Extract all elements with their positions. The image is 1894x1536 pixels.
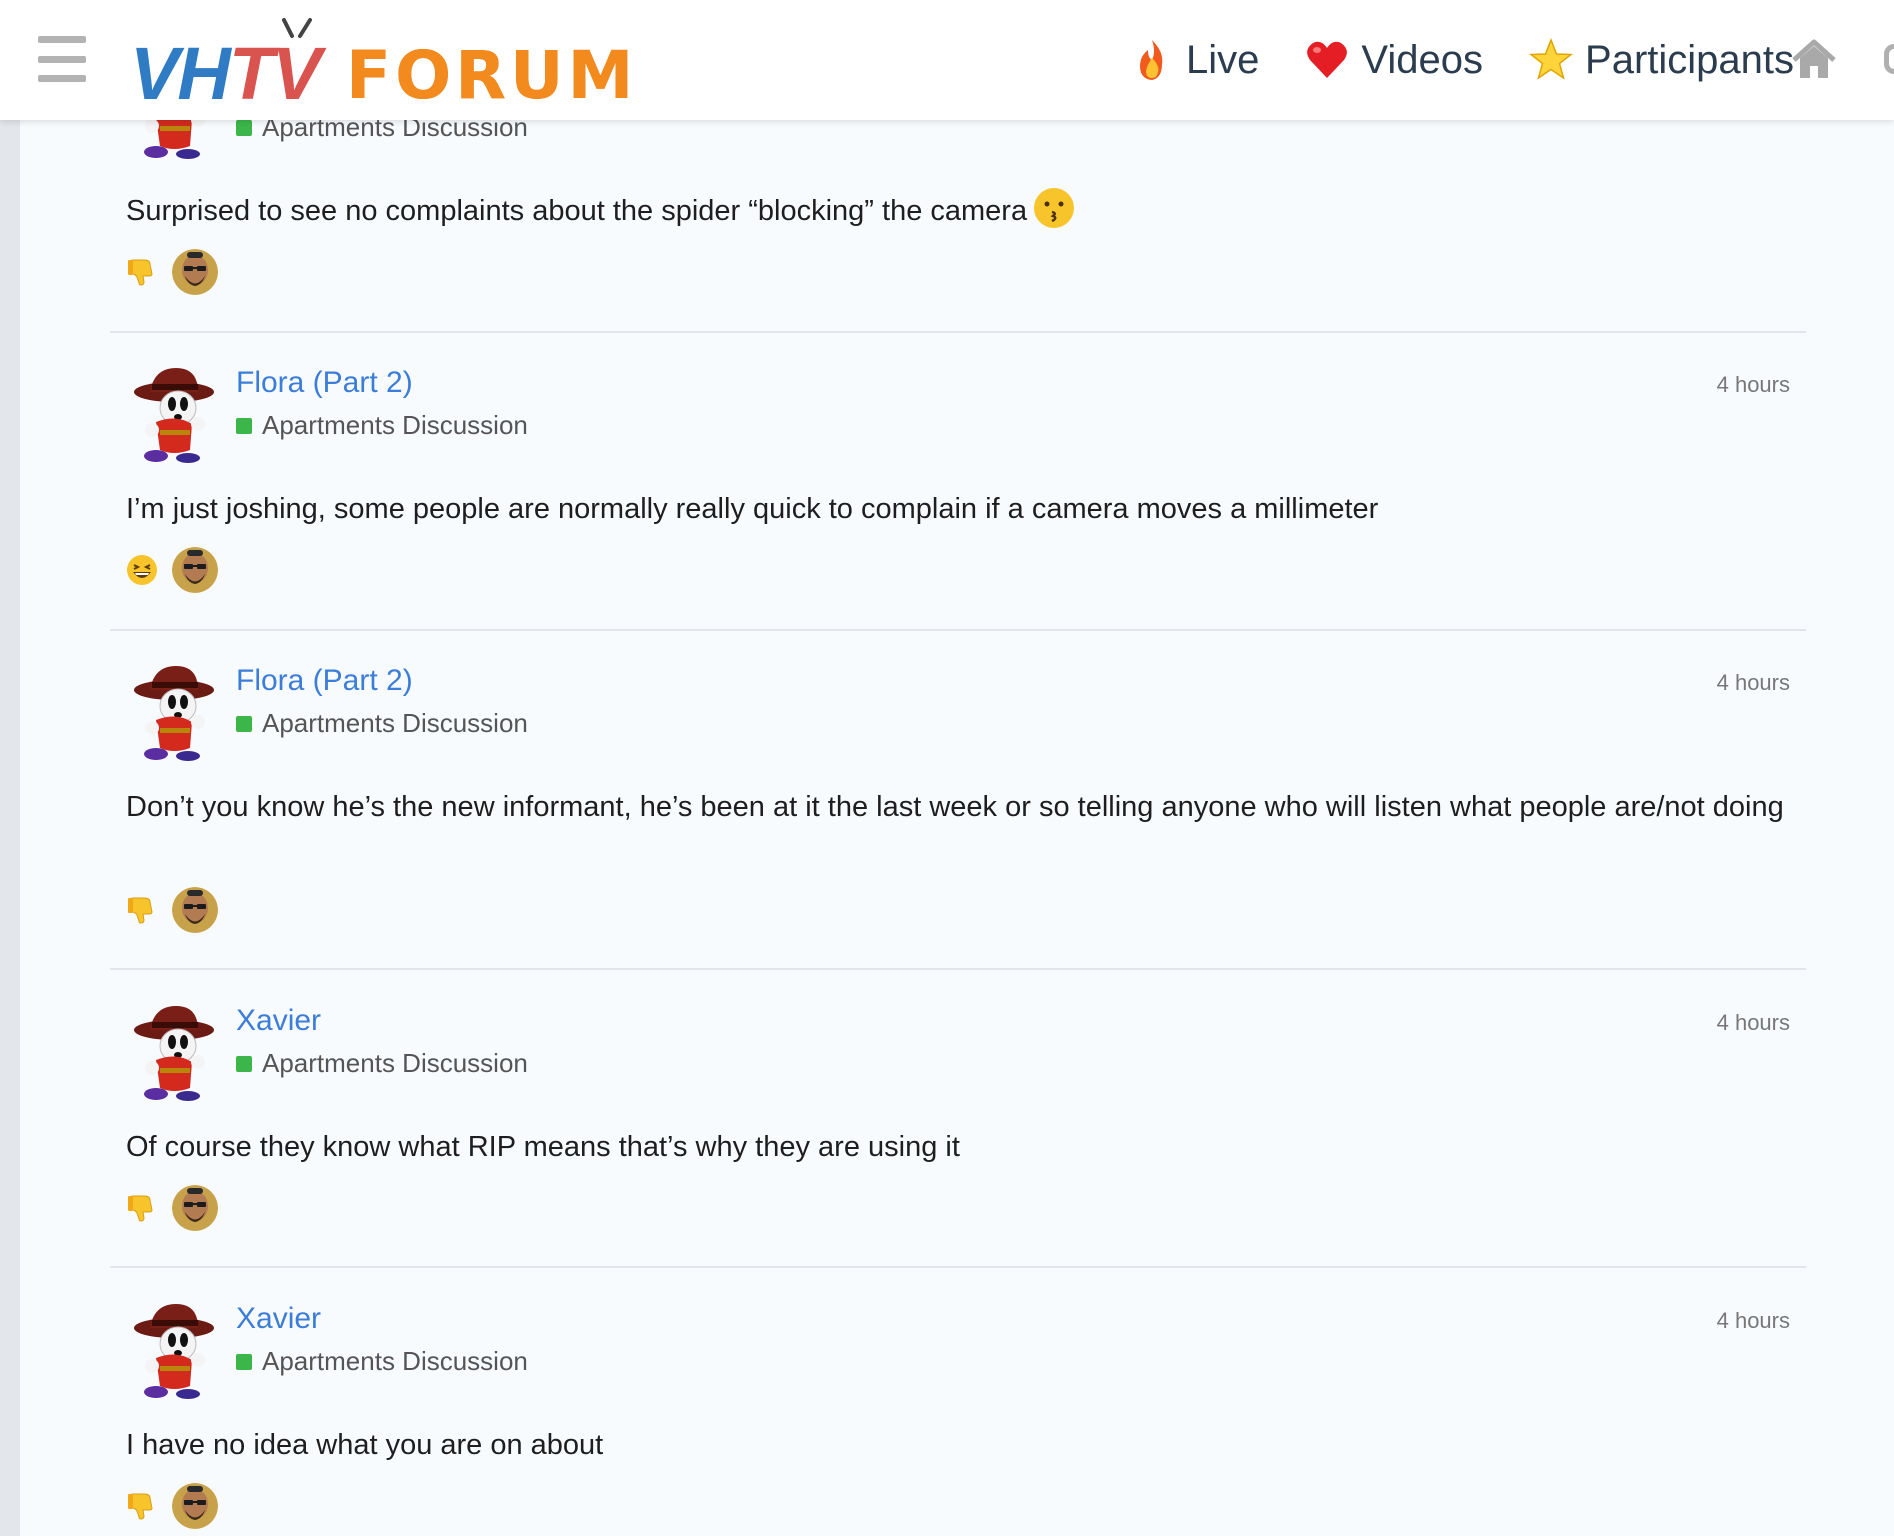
post-reactions [126,546,218,594]
post-item: Flora (Part 2) Apartments Discussion 4 h… [110,658,1806,968]
post-text: I have no idea what you are on about [126,1429,604,1461]
laughing-face-icon[interactable] [126,554,158,586]
post-category[interactable]: Apartments Discussion [236,410,528,441]
logo-vhtv: VHTV [130,32,322,115]
post-author[interactable]: Flora (Part 2) [236,664,413,698]
search-icon[interactable] [1884,44,1894,74]
post-text: Surprised to see no complaints about the… [126,190,1786,233]
thumbs-down-icon[interactable] [126,1192,158,1224]
post-timestamp[interactable]: 4 hours [1717,1308,1790,1334]
home-icon[interactable] [1790,38,1838,80]
hamburger-menu-icon[interactable] [38,36,86,82]
post-divider [110,968,1806,970]
post-reactions [126,1184,218,1232]
reactor-avatar[interactable] [172,887,218,933]
logo-vh-text: VH [130,32,231,115]
nav-participants[interactable]: Participants [1529,38,1794,83]
category-dot-icon [236,715,252,732]
post-category[interactable]: Apartments Discussion [236,1048,528,1079]
user-avatar[interactable] [126,662,226,762]
heart-icon [1307,41,1348,78]
post-item: Flora (Part 2) Apartments Discussion 4 h… [110,360,1806,630]
logo-forum-text: FORUM [346,37,638,114]
reactor-avatar[interactable] [172,1483,218,1529]
post-divider [110,331,1806,333]
category-dot-icon [236,417,252,434]
post-text-content: Surprised to see no complaints about the… [126,195,1028,227]
site-logo[interactable]: VHTV FORUM [130,16,633,114]
star-icon [1529,38,1574,80]
thumbs-down-icon[interactable] [126,894,158,926]
category-dot-icon [236,1353,252,1370]
nav-videos[interactable]: Videos [1305,38,1483,83]
thumbs-down-icon[interactable] [126,256,158,288]
post-timestamp[interactable]: 4 hours [1717,670,1790,696]
post-author[interactable]: Xavier [236,1302,321,1336]
post-category[interactable]: Apartments Discussion [236,708,528,739]
user-avatar[interactable] [126,1300,226,1400]
post-category-label: Apartments Discussion [262,410,528,440]
post-text: Don’t you know he’s the new informant, h… [126,791,1784,823]
post-category[interactable]: Apartments Discussion [236,1346,528,1377]
post-timestamp[interactable]: 4 hours [1717,372,1790,398]
top-header: VHTV FORUM Live Videos Participants [0,0,1894,120]
nav-participants-label: Participants [1585,37,1794,82]
left-gutter [0,0,20,1536]
thumbs-down-icon[interactable] [126,1490,158,1522]
nav-live-label: Live [1186,37,1260,82]
post-category-label: Apartments Discussion [262,1346,528,1376]
post-text: I’m just joshing, some people are normal… [126,493,1379,525]
post-item: Xavier Apartments Discussion 4 hours I h… [110,1296,1806,1536]
post-item: Xavier Apartments Discussion 4 hours Of … [110,998,1806,1268]
nav-live[interactable]: Live [1130,38,1259,83]
kissing-face-icon [1033,187,1075,229]
category-dot-icon [236,119,252,136]
post-author[interactable]: Xavier [236,1004,321,1038]
post-category-label: Apartments Discussion [262,1048,528,1078]
post-category-label: Apartments Discussion [262,708,528,738]
fire-icon [1140,40,1163,80]
reactor-avatar[interactable] [172,1185,218,1231]
post-text: Of course they know what RIP means that’… [126,1131,960,1163]
post-author[interactable]: Flora (Part 2) [236,366,413,400]
post-divider [110,629,1806,631]
post-reactions [126,1482,218,1530]
user-avatar[interactable] [126,364,226,464]
post-reactions [126,248,218,296]
post-divider [110,1266,1806,1268]
reactor-avatar[interactable] [172,249,218,295]
user-avatar[interactable] [126,1002,226,1102]
page: VHTV FORUM Live Videos Participants Apar… [0,0,1894,1536]
post-reactions [126,886,218,934]
category-dot-icon [236,1055,252,1072]
reactor-avatar[interactable] [172,547,218,593]
logo-tv-text: TV [228,32,322,115]
post-timestamp[interactable]: 4 hours [1717,1010,1790,1036]
main-nav: Live Videos Participants [1130,28,1794,92]
nav-videos-label: Videos [1361,37,1484,82]
